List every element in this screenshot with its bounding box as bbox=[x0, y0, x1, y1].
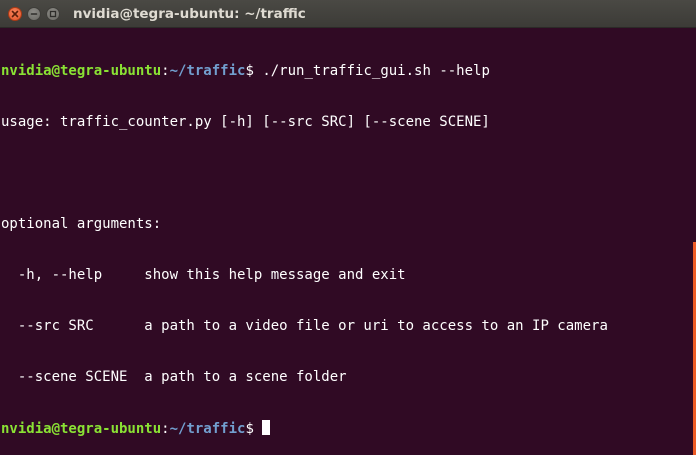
terminal-window: nvidia@tegra-ubuntu: ~/traffic nvidia@te… bbox=[0, 0, 696, 455]
minimize-icon bbox=[30, 13, 38, 15]
terminal-output[interactable]: nvidia@tegra-ubuntu:~/traffic$ ./run_tra… bbox=[1, 29, 681, 455]
prompt-dollar: $ bbox=[245, 63, 263, 79]
output-line: usage: traffic_counter.py [-h] [--src SR… bbox=[1, 114, 490, 130]
window-title: nvidia@tegra-ubuntu: ~/traffic bbox=[73, 6, 306, 22]
close-button[interactable] bbox=[8, 7, 22, 21]
prompt-path: ~/traffic bbox=[169, 421, 246, 437]
output-line: --src SRC a path to a video file or uri … bbox=[1, 318, 608, 334]
prompt-colon: : bbox=[161, 421, 170, 437]
title-bar[interactable]: nvidia@tegra-ubuntu: ~/traffic bbox=[0, 0, 696, 28]
maximize-button[interactable] bbox=[46, 7, 60, 21]
prompt-colon: : bbox=[161, 63, 170, 79]
maximize-icon bbox=[49, 10, 57, 18]
prompt-user-host: nvidia@tegra-ubuntu bbox=[1, 421, 162, 437]
output-line: -h, --help show this help message and ex… bbox=[1, 267, 406, 283]
prompt-line: nvidia@tegra-ubuntu:~/traffic$ ./run_tra… bbox=[1, 63, 681, 80]
prompt-path: ~/traffic bbox=[169, 63, 246, 79]
text-cursor bbox=[262, 420, 271, 435]
close-icon bbox=[11, 10, 19, 18]
prompt-user-host: nvidia@tegra-ubuntu bbox=[1, 63, 162, 79]
prompt-dollar: $ bbox=[245, 421, 263, 437]
command-text: ./run_traffic_gui.sh --help bbox=[262, 63, 490, 79]
prompt-line: nvidia@tegra-ubuntu:~/traffic$ bbox=[1, 420, 681, 437]
output-line: --scene SCENE a path to a scene folder bbox=[1, 369, 347, 385]
output-line: optional arguments: bbox=[1, 216, 162, 232]
minimize-button[interactable] bbox=[27, 7, 41, 21]
